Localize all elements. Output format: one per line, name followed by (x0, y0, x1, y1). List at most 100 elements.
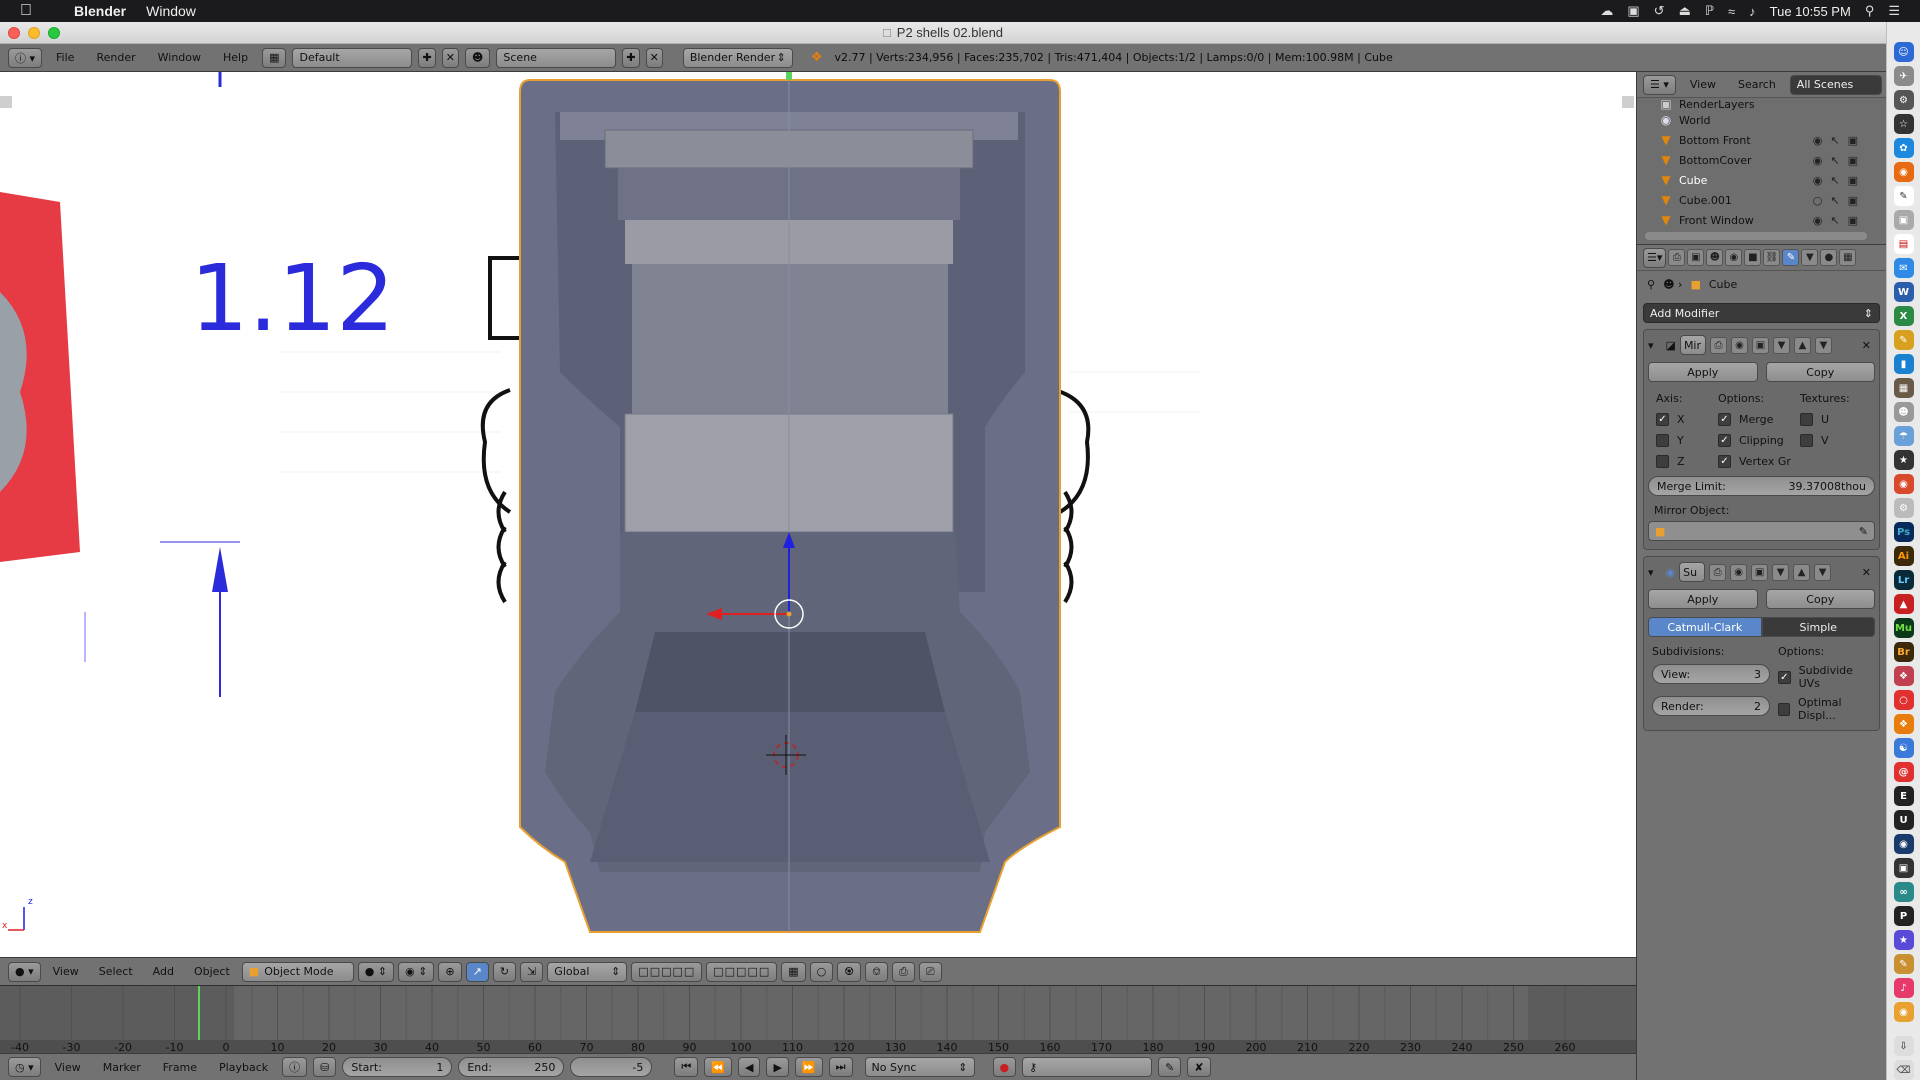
move-down-icon[interactable]: ▼ (1814, 336, 1832, 354)
material-tab-icon[interactable]: ● (1820, 249, 1838, 266)
axis-x-checkbox[interactable]: ✓ X (1656, 413, 1718, 426)
start-frame-field[interactable]: Start: 1 (342, 1057, 453, 1077)
clipping-checkbox[interactable]: ✓ Clipping (1718, 434, 1800, 447)
app-icon-h[interactable]: ★ (1893, 930, 1914, 950)
trash-icon[interactable]: ⌫ (1893, 1060, 1914, 1080)
subsurf-apply-button[interactable]: Apply (1648, 589, 1758, 609)
photoshop-icon[interactable]: Ps (1893, 522, 1914, 542)
render-anim-icon[interactable]: ⎚ (918, 961, 942, 982)
subsurf-modifier-name[interactable]: Su (1679, 562, 1706, 582)
layers-grid-a[interactable]: □□□□□ (631, 961, 703, 982)
scene-tab-icon[interactable]: ☻ (1706, 249, 1724, 266)
zoom-window-button[interactable] (48, 27, 60, 39)
app-icon-a[interactable]: ❖ (1893, 666, 1914, 686)
word-icon[interactable]: W (1893, 282, 1914, 302)
textedit-icon[interactable]: ✎ (1893, 186, 1914, 206)
outliner-row-cube-001[interactable]: ▼ Cube.001 ○↖▣ (1637, 190, 1886, 210)
mirror-object-field[interactable]: ■ ✎ (1648, 521, 1875, 541)
unreal-icon[interactable]: U (1893, 810, 1914, 830)
merge-checkbox[interactable]: ✓ Merge (1718, 413, 1800, 426)
editor-type-outliner-icon[interactable]: ☰ ▾ (1643, 74, 1676, 95)
editmode-toggle-icon[interactable]: ▣ (1751, 336, 1769, 354)
editor-type-properties-icon[interactable]: ☰▾ (1643, 247, 1667, 268)
bridge-icon[interactable]: Br (1893, 642, 1914, 662)
app-icon-e[interactable]: ▣ (1893, 858, 1914, 878)
area-split-handle-right[interactable] (1622, 96, 1634, 108)
outliner-row-renderlayers[interactable]: ▣ RenderLayers (1637, 98, 1886, 110)
app-icon-c[interactable]: ☯ (1893, 738, 1914, 758)
close-window-button[interactable] (8, 27, 20, 39)
manipulator-toggle-icon[interactable]: ⊕ (438, 961, 462, 982)
collapse-icon[interactable]: ▾ (1648, 566, 1654, 579)
constraints-tab-icon[interactable]: ⛓ (1763, 249, 1781, 266)
orientation-dropdown[interactable]: Global ⇕ (547, 961, 628, 982)
move-up-icon[interactable]: ▲ (1793, 336, 1811, 354)
remove-layout-icon[interactable]: ✕ (441, 47, 459, 68)
time-machine-icon[interactable]: ↺ (1654, 3, 1665, 19)
shading-solid-icon[interactable]: ● ⇕ (357, 961, 395, 982)
minimize-window-button[interactable] (28, 27, 40, 39)
excel-icon[interactable]: X (1893, 306, 1914, 326)
jump-start-icon[interactable]: ⏮ (674, 1057, 699, 1077)
render-toggle-icon[interactable]: ⎙ (1709, 563, 1727, 581)
lock-range-icon[interactable]: ⛁ (313, 1057, 337, 1077)
subsurf-copy-button[interactable]: Copy (1765, 589, 1875, 609)
numbers-icon[interactable]: ▮ (1893, 354, 1914, 374)
outliner-scope-dropdown[interactable]: All Scenes (1789, 74, 1882, 95)
clock[interactable]: Tue 10:55 PM (1770, 4, 1851, 19)
sync-dropdown[interactable]: No Sync ⇕ (864, 1057, 975, 1077)
add-scene-icon[interactable]: ✚ (622, 47, 640, 68)
optimal-display-checkbox[interactable]: Optimal Displ... (1778, 696, 1875, 722)
preview-icon[interactable]: ▣ (1893, 210, 1914, 230)
apple-icon[interactable]:  (20, 2, 42, 20)
acrobat-icon[interactable]: ▲ (1893, 594, 1914, 614)
render-levels-field[interactable]: Render: 2 (1652, 696, 1770, 716)
render-toggle-icon[interactable]: ⎙ (1709, 336, 1727, 354)
photos-icon[interactable]: ☂ (1893, 426, 1914, 446)
menu-select[interactable]: Select (91, 965, 141, 978)
books-icon[interactable]: ▦ (1893, 378, 1914, 398)
editor-type-3d-icon[interactable]: ● ▾ (8, 961, 41, 982)
subdivide-uvs-checkbox[interactable]: ✓ Subdivide UVs (1778, 664, 1875, 690)
volume-icon[interactable]: ♪ (1749, 4, 1756, 19)
lock-layers-icon[interactable]: ▦ (781, 961, 806, 982)
steam-icon[interactable]: ◉ (1893, 834, 1914, 854)
add-layout-icon[interactable]: ✚ (418, 47, 436, 68)
data-tab-icon[interactable]: ▼ (1801, 249, 1819, 266)
mission-control-icon[interactable]: ☆ (1893, 114, 1914, 134)
downloads-icon[interactable]: ⇩ (1893, 1036, 1914, 1056)
record-icon[interactable]: ● (992, 1057, 1017, 1077)
texture-u-checkbox[interactable]: U (1800, 413, 1870, 426)
proportional-edit-icon[interactable]: ○ (809, 961, 834, 982)
eyedropper-icon[interactable]: ✎ (1859, 525, 1868, 538)
firefox-icon[interactable]: ◉ (1893, 162, 1914, 182)
camera-icon[interactable]: ▣ (1627, 3, 1639, 19)
preview-range-icon[interactable]: ⓘ (282, 1057, 308, 1077)
collapse-icon[interactable]: ▾ (1648, 339, 1654, 352)
scale-manipulator-icon[interactable]: ⇲ (520, 961, 544, 982)
simple-button[interactable]: Simple (1761, 617, 1875, 637)
pivot-icon[interactable]: ◉ ⇕ (398, 961, 435, 982)
cage-toggle-icon[interactable]: ▼ (1772, 563, 1790, 581)
play-icon[interactable]: ▶ (766, 1057, 789, 1077)
contacts-icon[interactable]: ☻ (1893, 402, 1914, 422)
visibility-icons[interactable]: ◉↖▣ (1813, 174, 1866, 187)
layers-grid-b[interactable]: □□□□□ (706, 961, 778, 982)
add-modifier-dropdown[interactable]: Add Modifier ⇕ (1643, 303, 1880, 323)
menu-frame[interactable]: Frame (155, 1061, 205, 1074)
viewport-toggle-icon[interactable]: ◉ (1730, 563, 1748, 581)
layout-field[interactable]: Default (292, 47, 413, 68)
menu-help[interactable]: Help (215, 51, 256, 64)
app-icon-d[interactable]: @ (1893, 762, 1914, 782)
render-opengl-icon[interactable]: ⎙ (891, 961, 915, 982)
app-icon-j[interactable]: ◉ (1893, 1002, 1914, 1022)
finder-icon[interactable]: ☺ (1893, 42, 1914, 62)
mode-dropdown[interactable]: ■ Object Mode (241, 961, 354, 982)
viewport-toggle-icon[interactable]: ◉ (1730, 336, 1748, 354)
outliner-row-world[interactable]: ◉ World (1637, 110, 1886, 130)
app-store-icon[interactable]: ★ (1893, 450, 1914, 470)
safari-icon[interactable]: ✿ (1893, 138, 1914, 158)
visibility-icons[interactable]: ○↖▣ (1813, 194, 1866, 207)
muse-icon[interactable]: Mu (1893, 618, 1914, 638)
messages-icon[interactable]: ✉ (1893, 258, 1914, 278)
